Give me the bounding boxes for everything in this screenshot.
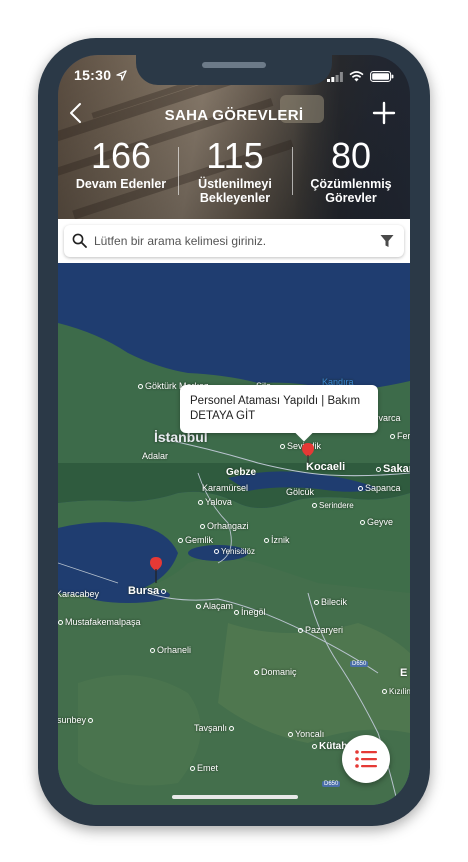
map-pin-icon[interactable] <box>302 443 314 468</box>
map-label: Gemlik <box>178 535 213 545</box>
map-label: Kızılinе <box>382 687 410 696</box>
stat-label-line2: Görevler <box>325 191 377 205</box>
map-label: Bursa <box>128 585 168 597</box>
map-label: Yenisölöz <box>214 547 255 556</box>
map-label: Pazaryeri <box>298 625 343 635</box>
map-label: Mustafakemalpaşa <box>58 617 141 627</box>
filter-icon[interactable] <box>380 234 394 253</box>
plus-icon[interactable] <box>372 101 396 125</box>
map-label: Karamürsel <box>202 483 249 493</box>
cellular-signal-icon <box>327 69 343 87</box>
stat-resolved[interactable]: 80 Çözümlenmiş Görevler <box>292 135 410 206</box>
map-label: Kütah <box>312 741 347 752</box>
search-bar: Lütfen bir arama kelimesi giriniz. <box>58 219 410 263</box>
list-view-button[interactable] <box>342 735 390 783</box>
map-label: Yalova <box>198 497 232 507</box>
map-label: Sapanca <box>358 483 401 493</box>
home-indicator[interactable] <box>172 795 298 799</box>
map-label: Geyve <box>360 517 393 527</box>
stat-value: 166 <box>90 135 152 176</box>
map-label: Tavşanlı <box>194 723 236 733</box>
search-input[interactable]: Lütfen bir arama kelimesi giriniz. <box>64 225 404 257</box>
map-label: Bilecik <box>314 597 347 607</box>
map-view[interactable]: Göktürk Merkez Şile Kandıra İstanbul Ada… <box>58 263 410 805</box>
map-label: Serindere <box>312 501 354 510</box>
search-placeholder: Lütfen bir arama kelimesi giriniz. <box>94 234 267 248</box>
page-title: SAHA GÖREVLERİ <box>164 107 304 124</box>
callout-title: Personel Ataması Yapıldı | Bakım <box>190 395 361 407</box>
stat-in-progress[interactable]: 166 Devam Edenler <box>62 135 180 192</box>
map-label: Yoncalı <box>288 729 324 739</box>
map-label: Gölcük <box>286 487 315 497</box>
map-label: Domaniç <box>254 667 297 677</box>
stat-value: 80 <box>330 135 372 176</box>
map-label: Orhangazi <box>200 521 249 531</box>
wifi-icon <box>349 69 364 87</box>
road-shield: D650 <box>322 781 341 787</box>
stat-label-line2: Bekleyenler <box>199 191 271 205</box>
callout-link[interactable]: DETAYA GİT <box>190 409 360 424</box>
stat-label: Devam Edenler <box>75 177 167 191</box>
map-label: Sakar <box>376 463 410 475</box>
map-label: rsunbey <box>58 715 95 725</box>
status-bar: 15:30 <box>58 55 410 95</box>
status-time: 15:30 <box>74 67 112 83</box>
map-label: İznik <box>264 535 290 545</box>
search-icon <box>72 233 87 253</box>
map-label: ıvarca <box>376 413 401 423</box>
stat-label: Çözümlenmiş <box>310 177 392 191</box>
app-screen: 15:30 SAHA GÖREVLERİ 166 Devam Edenler 1… <box>58 55 410 805</box>
map-callout[interactable]: Personel Ataması Yapıldı | Bakım DETAYA … <box>180 385 378 433</box>
map-label: İnegöl <box>234 607 266 617</box>
stat-label: Üstlenilmeyi <box>198 177 272 191</box>
map-label: Sevindik <box>280 441 321 451</box>
stat-value: 115 <box>206 135 264 176</box>
map-label: Orhaneli <box>150 645 191 655</box>
map-label: Adalar <box>142 451 169 461</box>
map-label: Karacabey <box>58 589 100 599</box>
map-label: Gebze <box>226 467 257 478</box>
map-label: Emet <box>190 763 218 773</box>
battery-icon <box>370 69 394 87</box>
map-label: E <box>400 667 408 679</box>
map-label: Fer <box>390 431 410 441</box>
stat-awaiting[interactable]: 115 Üstlenilmeyi Bekleyenler <box>176 135 294 206</box>
location-arrow-icon <box>116 68 127 86</box>
list-icon <box>355 750 377 773</box>
map-label: Alaçam <box>196 601 233 611</box>
map-pin-icon[interactable] <box>150 557 162 588</box>
road-shield: D650 <box>350 661 369 667</box>
